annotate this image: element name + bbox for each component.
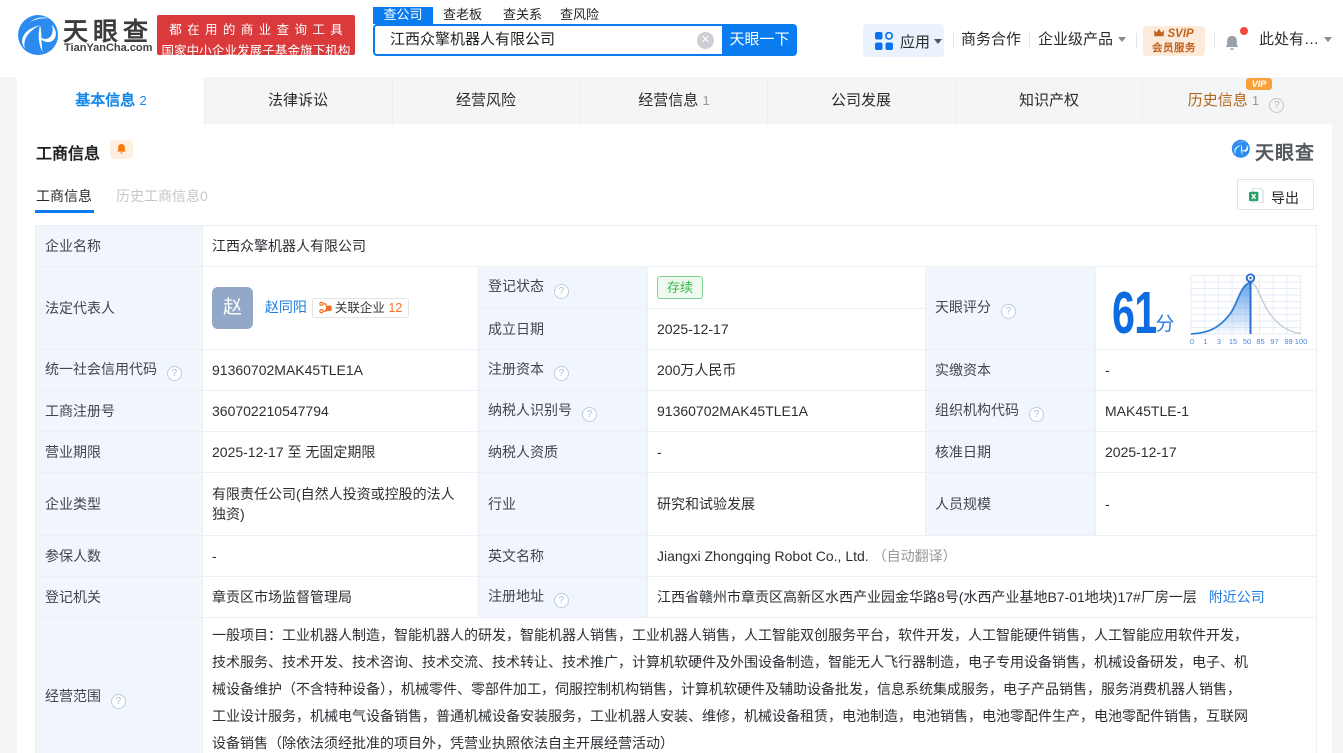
svg-text:100: 100 xyxy=(1294,337,1307,346)
svg-text:99: 99 xyxy=(1284,337,1292,346)
svg-text:15: 15 xyxy=(1228,337,1236,346)
svg-text:3: 3 xyxy=(1216,337,1220,346)
svg-text:0: 0 xyxy=(1190,337,1194,346)
svg-text:97: 97 xyxy=(1270,337,1278,346)
svg-text:1: 1 xyxy=(1203,337,1207,346)
svg-text:85: 85 xyxy=(1256,337,1264,346)
svg-text:50: 50 xyxy=(1242,337,1250,346)
